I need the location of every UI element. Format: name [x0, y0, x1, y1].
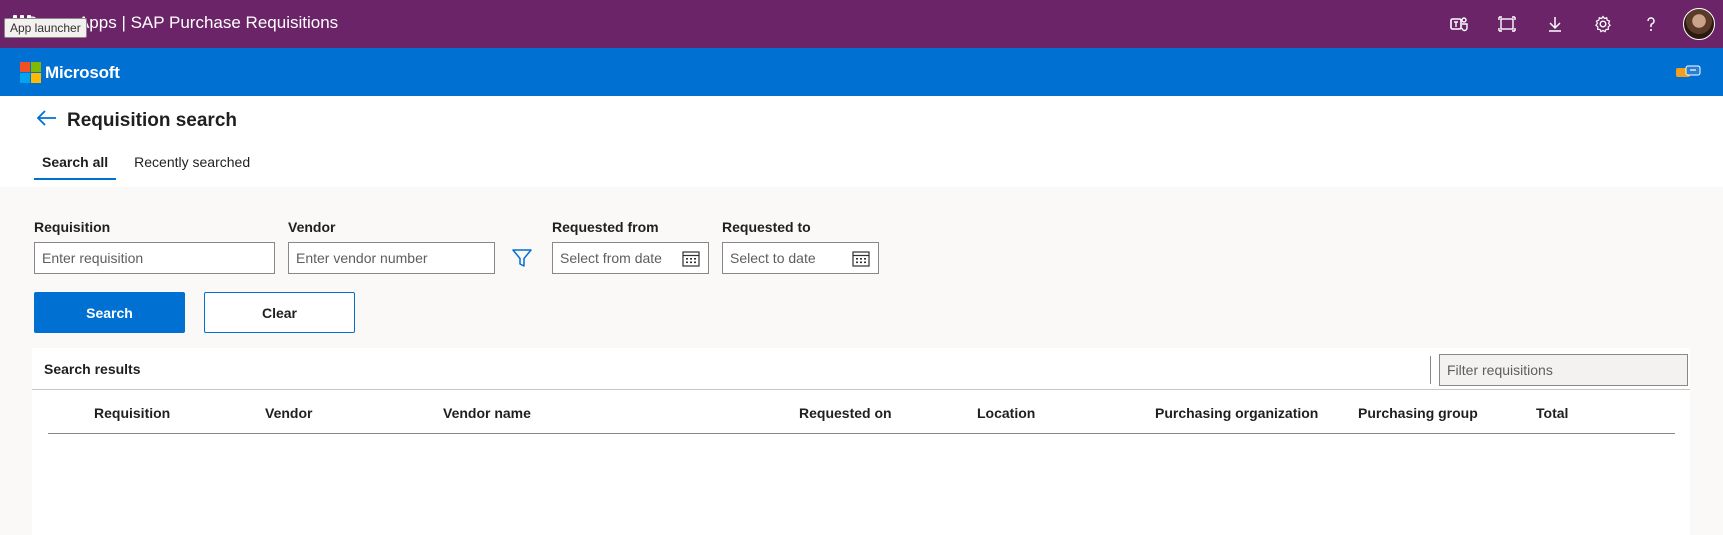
column-header-location[interactable]: Location [977, 405, 1035, 421]
clear-button[interactable]: Clear [204, 292, 355, 333]
tab-recently-searched[interactable]: Recently searched [126, 150, 258, 180]
column-header-vendor[interactable]: Vendor [265, 405, 312, 421]
column-header-vendor-name[interactable]: Vendor name [443, 405, 531, 421]
table-header-row: Requisition Vendor Vendor name Requested… [48, 390, 1675, 434]
vendor-label: Vendor [288, 219, 336, 235]
search-results-panel: Search results Requisition Vendor Vendor… [32, 348, 1690, 535]
requested-to-label: Requested to [722, 219, 811, 235]
search-button[interactable]: Search [34, 292, 185, 333]
column-header-total[interactable]: Total [1536, 405, 1568, 421]
requested-from-input[interactable] [553, 243, 673, 273]
microsoft-logo-icon [20, 62, 41, 83]
page-title: Requisition search [67, 110, 237, 131]
column-header-purchasing-organization[interactable]: Purchasing organization [1155, 405, 1318, 421]
help-icon[interactable] [1627, 0, 1675, 48]
settings-icon[interactable] [1579, 0, 1627, 48]
requisition-label: Requisition [34, 219, 111, 235]
calendar-icon[interactable] [852, 250, 870, 267]
column-header-requested-on[interactable]: Requested on [799, 405, 892, 421]
fit-screen-icon[interactable] [1483, 0, 1531, 48]
back-arrow-icon[interactable] [34, 107, 60, 129]
requisition-input[interactable] [34, 242, 275, 274]
filter-icon[interactable] [511, 247, 533, 269]
column-header-requisition[interactable]: Requisition [94, 405, 170, 421]
results-title: Search results [44, 361, 141, 377]
download-icon[interactable] [1531, 0, 1579, 48]
filter-requisitions-input[interactable] [1439, 354, 1688, 386]
requested-from-datepicker[interactable] [552, 242, 709, 274]
microsoft-logo: Microsoft [20, 62, 120, 83]
requested-to-input[interactable] [723, 243, 843, 273]
microsoft-logo-text: Microsoft [45, 62, 120, 82]
avatar[interactable] [1683, 8, 1715, 40]
brand-bar: Microsoft [0, 48, 1723, 96]
calendar-icon[interactable] [682, 250, 700, 267]
page-header: Requisition search Search all Recently s… [0, 96, 1723, 187]
requested-to-datepicker[interactable] [722, 242, 879, 274]
app-launcher-tooltip: App launcher [4, 18, 87, 38]
requested-from-label: Requested from [552, 219, 659, 235]
results-toolbar: Search results [32, 348, 1690, 390]
tab-search-all[interactable]: Search all [34, 150, 117, 180]
suite-bar-actions [1435, 0, 1723, 48]
toolbar-divider [1430, 356, 1431, 384]
partner-logo-icon [1676, 65, 1701, 77]
tab-list: Search all Recently searched [34, 150, 268, 180]
teams-icon[interactable] [1435, 0, 1483, 48]
suite-bar: Power Apps | SAP Purchase Requisitions A… [0, 0, 1723, 48]
vendor-input[interactable] [288, 242, 495, 274]
column-header-purchasing-group[interactable]: Purchasing group [1358, 405, 1478, 421]
